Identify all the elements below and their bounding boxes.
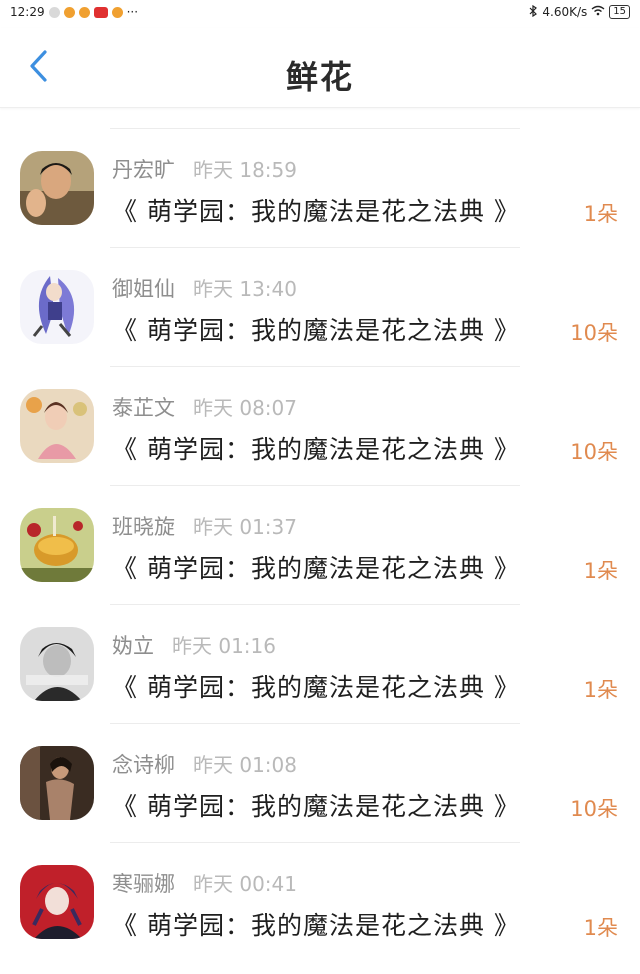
list-item[interactable]: 泰芷文 昨天 08:07 《 萌学园：我的魔法是花之法典 》 10朵 [0, 366, 640, 485]
record-meta: 班晓旋 昨天 01:37 [112, 511, 297, 541]
avatar[interactable] [20, 270, 94, 344]
notification-app-icon [48, 6, 60, 18]
book-title[interactable]: 《 萌学园：我的魔法是花之法典 》 [112, 787, 520, 823]
list-item[interactable]: 寒骊娜 昨天 00:41 《 萌学园：我的魔法是花之法典 》 1朵 [0, 842, 640, 961]
network-speed: 4.60K/s [542, 5, 588, 19]
status-bar: 12:29 ··· 4.60K/s 15 [0, 0, 640, 24]
list-item[interactable]: 班晓旋 昨天 01:37 《 萌学园：我的魔法是花之法典 》 1朵 [0, 485, 640, 604]
username[interactable]: 念诗柳 [112, 749, 175, 779]
status-left: 12:29 ··· [10, 5, 138, 19]
wifi-icon [591, 5, 605, 19]
more-notifications-icon: ··· [126, 5, 139, 19]
book-title[interactable]: 《 萌学园：我的魔法是花之法典 》 [112, 430, 520, 466]
avatar[interactable] [20, 865, 94, 939]
weibo-icon [111, 6, 123, 18]
timestamp: 昨天 18:59 [193, 158, 297, 182]
flower-count: 1朵 [583, 678, 618, 702]
timestamp: 昨天 08:07 [193, 396, 297, 420]
flower-count: 1朵 [583, 202, 618, 226]
username[interactable]: 妫立 [112, 630, 154, 660]
divider [110, 485, 520, 486]
record-meta: 泰芷文 昨天 08:07 [112, 392, 297, 422]
news-app-icon [93, 6, 108, 18]
flower-count: 10朵 [570, 440, 618, 464]
timestamp: 昨天 13:40 [193, 277, 297, 301]
book-title[interactable]: 《 萌学园：我的魔法是花之法典 》 [112, 192, 520, 228]
bluetooth-icon [528, 4, 538, 20]
divider [110, 723, 520, 724]
record-meta: 念诗柳 昨天 01:08 [112, 749, 297, 779]
avatar[interactable] [20, 389, 94, 463]
timestamp: 昨天 00:41 [193, 872, 297, 896]
book-title[interactable]: 《 萌学园：我的魔法是花之法典 》 [112, 906, 520, 942]
username[interactable]: 泰芷文 [112, 392, 175, 422]
divider [110, 128, 520, 129]
flower-count: 1朵 [583, 559, 618, 583]
book-title[interactable]: 《 萌学园：我的魔法是花之法典 》 [112, 549, 520, 585]
avatar[interactable] [20, 508, 94, 582]
record-meta: 丹宏旷 昨天 18:59 [112, 154, 297, 184]
status-right: 4.60K/s 15 [528, 4, 630, 20]
flower-count: 1朵 [583, 916, 618, 940]
battery-level: 15 [613, 6, 626, 17]
avatar[interactable] [20, 627, 94, 701]
battery-indicator: 15 [609, 5, 630, 19]
avatar[interactable] [20, 746, 94, 820]
timestamp: 昨天 01:08 [193, 753, 297, 777]
divider [110, 604, 520, 605]
record-meta: 御姐仙 昨天 13:40 [112, 273, 297, 303]
nav-bar: 鲜花 [0, 28, 640, 108]
list-item[interactable]: 御姐仙 昨天 13:40 《 萌学园：我的魔法是花之法典 》 10朵 [0, 247, 640, 366]
username[interactable]: 御姐仙 [112, 273, 175, 303]
avatar[interactable] [20, 151, 94, 225]
divider [110, 247, 520, 248]
divider [110, 366, 520, 367]
list-item[interactable]: 妫立 昨天 01:16 《 萌学园：我的魔法是花之法典 》 1朵 [0, 604, 640, 723]
book-title[interactable]: 《 萌学园：我的魔法是花之法典 》 [112, 311, 520, 347]
weibo-icon [63, 6, 75, 18]
username[interactable]: 丹宏旷 [112, 154, 175, 184]
record-meta: 寒骊娜 昨天 00:41 [112, 868, 297, 898]
timestamp: 昨天 01:16 [172, 634, 276, 658]
record-meta: 妫立 昨天 01:16 [112, 630, 276, 660]
divider [110, 842, 520, 843]
flower-count: 10朵 [570, 797, 618, 821]
flower-record-list: 丹宏旷 昨天 18:59 《 萌学园：我的魔法是花之法典 》 1朵 御姐仙 昨天… [0, 128, 640, 961]
weibo-icon [78, 6, 90, 18]
username[interactable]: 班晓旋 [112, 511, 175, 541]
list-item[interactable]: 丹宏旷 昨天 18:59 《 萌学园：我的魔法是花之法典 》 1朵 [0, 128, 640, 247]
list-item[interactable]: 念诗柳 昨天 01:08 《 萌学园：我的魔法是花之法典 》 10朵 [0, 723, 640, 842]
timestamp: 昨天 01:37 [193, 515, 297, 539]
flower-count: 10朵 [570, 321, 618, 345]
page-title: 鲜花 [285, 58, 354, 96]
status-time: 12:29 [10, 5, 45, 19]
book-title[interactable]: 《 萌学园：我的魔法是花之法典 》 [112, 668, 520, 704]
username[interactable]: 寒骊娜 [112, 868, 175, 898]
